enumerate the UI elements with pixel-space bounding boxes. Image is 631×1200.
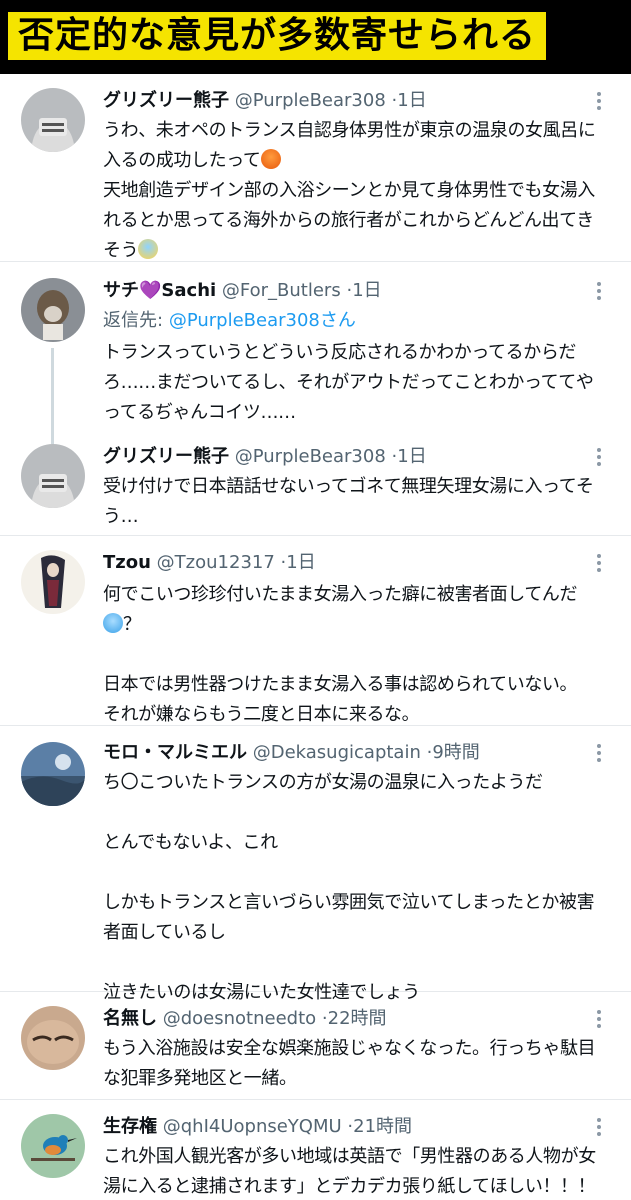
tweet-text: ち〇こついたトランスの方が女湯の温泉に入ったようだ ​ とんでもないよ、これ ​ しかも… <box>103 768 617 1008</box>
timestamp[interactable]: 1日 <box>397 446 426 467</box>
timestamp[interactable]: 1日 <box>286 552 315 573</box>
tweet-line: 湯に入ると逮捕されます」とデカデカ張り紙してほしい！！！ <box>103 1176 596 1197</box>
tweet-line: ​ <box>103 948 617 978</box>
display-name[interactable]: Tzou <box>103 552 151 573</box>
timestamp[interactable]: 22時間 <box>328 1008 387 1029</box>
avatar[interactable] <box>21 1114 85 1178</box>
tweet-line: ​ <box>103 798 617 828</box>
purple-heart-icon: 💜 <box>139 280 162 301</box>
tweet-5[interactable]: モロ・マルミエル @Dekasugicaptain ·9時間 ち〇こついたトラン… <box>0 726 631 1003</box>
tweet-line: しかもトランスと言いづらい雰囲気で泣いてしまったとか被害 <box>103 892 595 913</box>
tweet-text: うわ、未オペのトランス自認身体男性が東京の温泉の女風呂に入るの成功したって天地創… <box>103 116 617 266</box>
tweet-header: モロ・マルミエル @Dekasugicaptain ·9時間 <box>103 738 587 768</box>
tweet-line: れるとか思ってる海外からの旅行者がこれからどんどん出てき <box>103 210 594 231</box>
timestamp[interactable]: 1日 <box>397 90 426 111</box>
tweet-line: ​ <box>103 858 617 888</box>
banner-title: 否定的な意見が多数寄せられる <box>8 12 547 60</box>
more-options-icon[interactable] <box>591 551 607 575</box>
thread-connector <box>51 432 54 444</box>
avatar[interactable] <box>21 742 85 806</box>
tweet-header: グリズリー熊子 @PurpleBear308 ·1日 <box>103 86 587 116</box>
tweet-line: もう入浴施設は安全な娯楽施設じゃなくなった。行っちゃ駄目 <box>103 1038 596 1059</box>
tweet-line: ち〇こついたトランスの方が女湯の温泉に入ったようだ <box>103 772 543 793</box>
user-handle[interactable]: @qhI4UopnseYQMU <box>163 1116 342 1137</box>
tweet-header: サチ💜Sachi @For_Butlers ·1日 <box>103 276 587 306</box>
tweet-text: 何でこいつ珍珍付いたまま女湯入った癖に被害者面してんだ ？​ 日本では男性器つけたま… <box>103 580 617 730</box>
tweet-line: 者面しているし <box>103 922 226 943</box>
tweet-6[interactable]: 名無し @doesnotneedto ·22時間 もう入浴施設は安全な娯楽施設じ… <box>0 992 631 1100</box>
tweet-text: これ外国人観光客が多い地域は英語で「男性器のある人物が女 湯に入ると逮捕されます」… <box>103 1142 617 1200</box>
user-handle[interactable]: @PurpleBear308 <box>235 90 386 111</box>
tweet-text: トランスっていうとどういう反応されるかわかってるからだ ろ……まだついてるし、それ… <box>103 338 617 428</box>
tweet-line: 何でこいつ珍珍付いたまま女湯入った癖に被害者面してんだ <box>103 584 578 605</box>
user-handle[interactable]: @For_Butlers <box>222 280 341 301</box>
tweet-line: 受け付けで日本語話せないってゴネて無理矢理女湯に入ってそ <box>103 476 594 497</box>
tweet-header: 名無し @doesnotneedto ·22時間 <box>103 1004 587 1034</box>
tweet-line: な犯罪多発地区と一緒。 <box>103 1068 297 1089</box>
thread-connector <box>51 348 54 432</box>
tweet-text: 受け付けで日本語話せないってゴネて無理矢理女湯に入ってそ う… <box>103 472 617 532</box>
tweet-2[interactable]: サチ💜Sachi @For_Butlers ·1日 返信先: @PurpleBe… <box>0 262 631 432</box>
tweet-line: ろ……まだついてるし、それがアウトだってことわかっててや <box>103 372 594 393</box>
more-options-icon[interactable] <box>591 89 607 113</box>
tweet-header: 生存権 @qhI4UopnseYQMU ·21時間 <box>103 1112 587 1142</box>
tweet-text: もう入浴施設は安全な娯楽施設じゃなくなった。行っちゃ駄目 な犯罪多発地区と一緒。 <box>103 1034 617 1094</box>
display-name[interactable]: 生存権 <box>103 1116 157 1137</box>
tweet-line: 入るの成功したって <box>103 146 617 176</box>
tweet-line: ？ <box>103 610 617 640</box>
reply-mention-link[interactable]: @PurpleBear308さん <box>169 310 356 331</box>
tweet-4[interactable]: Tzou @Tzou12317 ·1日 何でこいつ珍珍付いたまま女湯入った癖に被… <box>0 536 631 726</box>
avatar[interactable] <box>21 88 85 152</box>
tweet-7[interactable]: 生存権 @qhI4UopnseYQMU ·21時間 これ外国人観光客が多い地域は… <box>0 1100 631 1200</box>
screaming-face-icon <box>138 239 159 259</box>
avatar[interactable] <box>21 278 85 342</box>
timestamp[interactable]: 1日 <box>352 280 381 301</box>
tweet-line: う… <box>103 506 139 527</box>
avatar[interactable] <box>21 1006 85 1070</box>
tweet-line: 天地創造デザイン部の入浴シーンとか見て身体男性でも女湯入 <box>103 180 595 201</box>
timestamp[interactable]: 9時間 <box>432 742 479 763</box>
tweet-line: トランスっていうとどういう反応されるかわかってるからだ <box>103 342 577 363</box>
tweet-line: ってるぢゃんコイツ…… <box>103 402 296 423</box>
reply-to-label: 返信先: <box>103 310 164 331</box>
timestamp[interactable]: 21時間 <box>353 1116 412 1137</box>
tweet-line: うわ、未オペのトランス自認身体男性が東京の温泉の女風呂に <box>103 120 596 141</box>
cold-face-icon <box>103 613 123 633</box>
tweet-3[interactable]: グリズリー熊子 @PurpleBear308 ·1日 受け付けで日本語話せないっ… <box>0 432 631 536</box>
more-options-icon[interactable] <box>591 1115 607 1139</box>
more-options-icon[interactable] <box>591 279 607 303</box>
display-name[interactable]: 名無し <box>103 1008 157 1029</box>
avatar[interactable] <box>21 444 85 508</box>
more-options-icon[interactable] <box>591 445 607 469</box>
more-options-icon[interactable] <box>591 741 607 765</box>
display-name[interactable]: サチ💜Sachi <box>103 280 216 301</box>
tweet-line: 日本では男性器つけたまま女湯入る事は認められていない。 <box>103 674 578 695</box>
user-handle[interactable]: @Tzou12317 <box>157 552 275 573</box>
tweet-line: これ外国人観光客が多い地域は英語で「男性器のある人物が女 <box>103 1146 596 1167</box>
tweet-header: Tzou @Tzou12317 ·1日 <box>103 548 587 578</box>
more-options-icon[interactable] <box>591 1007 607 1031</box>
display-name[interactable]: グリズリー熊子 <box>103 90 229 111</box>
reply-to: 返信先: @PurpleBear308さん <box>103 306 356 336</box>
display-name[interactable]: モロ・マルミエル <box>103 742 247 763</box>
tweet-1[interactable]: グリズリー熊子 @PurpleBear308 ·1日 うわ、未オペのトランス自認… <box>0 74 631 262</box>
display-name[interactable]: グリズリー熊子 <box>103 446 229 467</box>
tweet-line: とんでもないよ、これ <box>103 832 278 853</box>
user-handle[interactable]: @PurpleBear308 <box>235 446 386 467</box>
angry-face-icon <box>260 149 281 169</box>
user-handle[interactable]: @doesnotneedto <box>163 1008 316 1029</box>
tweet-header: グリズリー熊子 @PurpleBear308 ·1日 <box>103 442 587 472</box>
avatar[interactable] <box>21 550 85 614</box>
user-handle[interactable]: @Dekasugicaptain <box>253 742 421 763</box>
tweet-line: ​ <box>103 640 617 670</box>
banner: 否定的な意見が多数寄せられる <box>0 0 631 74</box>
